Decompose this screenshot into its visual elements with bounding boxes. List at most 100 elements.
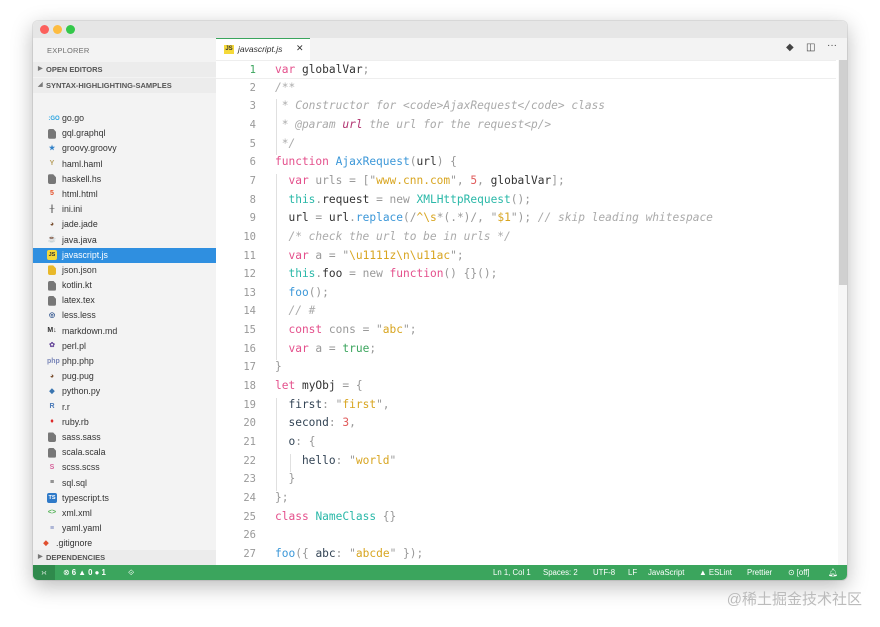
close-window-button[interactable]: [40, 25, 49, 34]
code-token: ,: [477, 173, 491, 187]
editor-scrollbar[interactable]: [838, 60, 847, 565]
remote-icon[interactable]: ›‹: [33, 565, 55, 580]
code-line[interactable]: 6 function AjaxRequest(url) {: [216, 153, 836, 172]
code-token: var: [275, 248, 309, 262]
minimize-window-button[interactable]: [53, 25, 62, 34]
code-token: ";: [403, 323, 417, 337]
file-item[interactable]: ★ groovy.groovy: [33, 141, 216, 156]
file-item[interactable]: ♦ ruby.rb: [33, 415, 216, 430]
file-item[interactable]: :GO go.go: [33, 111, 216, 126]
code-token: =: [308, 211, 329, 225]
file-item[interactable]: ◆ python.py: [33, 384, 216, 399]
code-line[interactable]: 12 this.foo = new function() {}();: [216, 265, 836, 284]
encoding[interactable]: UTF-8: [593, 565, 615, 580]
code-line[interactable]: 26: [216, 526, 836, 545]
code-line[interactable]: 16 var a = true;: [216, 340, 836, 359]
code-token: };: [275, 490, 289, 504]
code-line[interactable]: 11 var a = "\u1111z\n\u11ac";: [216, 247, 836, 266]
file-item[interactable]: json.json: [33, 263, 216, 278]
file-icon: [48, 128, 56, 139]
code-line[interactable]: 7 var urls = ["www.cnn.com", 5, globalVa…: [216, 172, 836, 191]
dependencies-section[interactable]: ▶ DEPENDENCIES: [33, 550, 216, 565]
language-mode[interactable]: JavaScript: [648, 565, 684, 580]
title-bar: [33, 21, 847, 38]
more-actions-icon[interactable]: ···: [827, 40, 837, 51]
chevron-right-icon: ▶: [38, 66, 43, 72]
file-item[interactable]: <> xml.xml: [33, 506, 216, 521]
code-line[interactable]: 25 class NameClass {}: [216, 508, 836, 527]
line-text: o: {: [275, 433, 315, 452]
file-item[interactable]: TS typescript.ts: [33, 491, 216, 506]
code-line[interactable]: 27 foo({ abc: "abcde" });: [216, 545, 836, 564]
file-item[interactable]: latex.tex: [33, 293, 216, 308]
code-line[interactable]: 18 let myObj = {: [216, 377, 836, 396]
file-item[interactable]: ✿ perl.pl: [33, 339, 216, 354]
code-line[interactable]: 5 */: [216, 135, 836, 154]
file-item[interactable]: JS javascript.js: [33, 247, 216, 263]
code-line[interactable]: 23 }: [216, 470, 836, 489]
code-token: world: [355, 453, 390, 467]
notifications-bell-icon[interactable]: 🔔︎: [828, 565, 838, 580]
line-ending[interactable]: LF: [628, 565, 637, 580]
file-item[interactable]: kotlin.kt: [33, 278, 216, 293]
cursor-position[interactable]: Ln 1, Col 1: [493, 565, 531, 580]
line-number: 27: [243, 547, 256, 560]
file-item[interactable]: Yhaml.haml: [33, 157, 216, 172]
file-item[interactable]: ≡ sql.sql: [33, 476, 216, 491]
code-line[interactable]: 2 /**: [216, 79, 836, 98]
code-line[interactable]: 10 /* check the url to be in urls */: [216, 228, 836, 247]
file-item[interactable]: M↓ markdown.md: [33, 324, 216, 339]
file-item[interactable]: ☕ java.java: [33, 233, 216, 248]
scrollbar-thumb[interactable]: [839, 60, 847, 285]
eslint-status[interactable]: ▲ ESLint: [699, 565, 732, 580]
code-line[interactable]: 3 * Constructor for <code>AjaxRequest</c…: [216, 97, 836, 116]
git-compare-icon[interactable]: ◆: [786, 42, 794, 53]
indentation[interactable]: Spaces: 2: [543, 565, 578, 580]
file-item[interactable]: 5 html.html: [33, 187, 216, 202]
code-line[interactable]: 24};: [216, 489, 836, 508]
go-icon: :GO: [48, 115, 60, 122]
file-item[interactable]: Sscss.scss: [33, 460, 216, 475]
code-line[interactable]: 9 url = url.replace(/^\s*(.*)/, "$1"); /…: [216, 209, 836, 228]
tab-label: javascript.js: [238, 44, 283, 54]
file-item[interactable]: php php.php: [33, 354, 216, 369]
code-line[interactable]: 20 second: 3,: [216, 414, 836, 433]
line-text: url = url.replace(/^\s*(.*)/, "$1"); // …: [275, 209, 712, 228]
file-item[interactable]: gql.graphql: [33, 126, 216, 141]
file-item[interactable]: sass.sass: [33, 430, 216, 445]
file-item[interactable]: ◎ less.less: [33, 308, 216, 323]
folder-section[interactable]: ◢ SYNTAX-HIGHLIGHTING-SAMPLES: [33, 78, 216, 93]
tab-javascript-js[interactable]: JS javascript.js ✕: [216, 38, 310, 60]
code-token: const: [275, 323, 323, 337]
code-token: second: [275, 416, 329, 430]
code-line[interactable]: 19 first: "first",: [216, 396, 836, 415]
maximize-window-button[interactable]: [66, 25, 75, 34]
ts-icon: TS: [47, 493, 57, 504]
file-item[interactable]: Rr.r: [33, 400, 216, 415]
file-item[interactable]: scala.scala: [33, 445, 216, 460]
js-icon: JS: [47, 250, 57, 261]
code-line[interactable]: 13 foo();: [216, 284, 836, 303]
problems-indicator[interactable]: ⊗ 6 ▲ 0 ● 1: [63, 565, 106, 580]
split-editor-icon[interactable]: ◫: [806, 42, 815, 53]
file-item[interactable]: ◕ pug.pug: [33, 369, 216, 384]
code-line[interactable]: 15 const cons = "abc";: [216, 321, 836, 340]
prettier-status[interactable]: Prettier: [747, 565, 772, 580]
file-item[interactable]: ≡ yaml.yaml: [33, 521, 216, 536]
file-item[interactable]: ◕ jade.jade: [33, 217, 216, 232]
file-item[interactable]: haskell.hs: [33, 172, 216, 187]
sync-icon[interactable]: ⟐: [128, 565, 134, 580]
code-token: ;: [369, 341, 377, 355]
close-tab-icon[interactable]: ✕: [296, 43, 304, 54]
line-number: 3: [249, 100, 256, 113]
code-line[interactable]: 8 this.request = new XMLHttpRequest();: [216, 191, 836, 210]
file-item[interactable]: ╫ ini.ini: [33, 202, 216, 217]
code-line[interactable]: 14 // #: [216, 302, 836, 321]
code-line[interactable]: 17}: [216, 358, 836, 377]
live-server-status[interactable]: ⊙ [off]: [788, 565, 810, 580]
open-editors-section[interactable]: ▶ OPEN EDITORS: [33, 62, 216, 77]
code-line[interactable]: 4 * @param url the url for the request<p…: [216, 116, 836, 135]
code-line[interactable]: 21 o: {: [216, 433, 836, 452]
code-line[interactable]: 1 var globalVar;: [216, 60, 836, 79]
code-line[interactable]: 22 hello: "world": [216, 452, 836, 471]
